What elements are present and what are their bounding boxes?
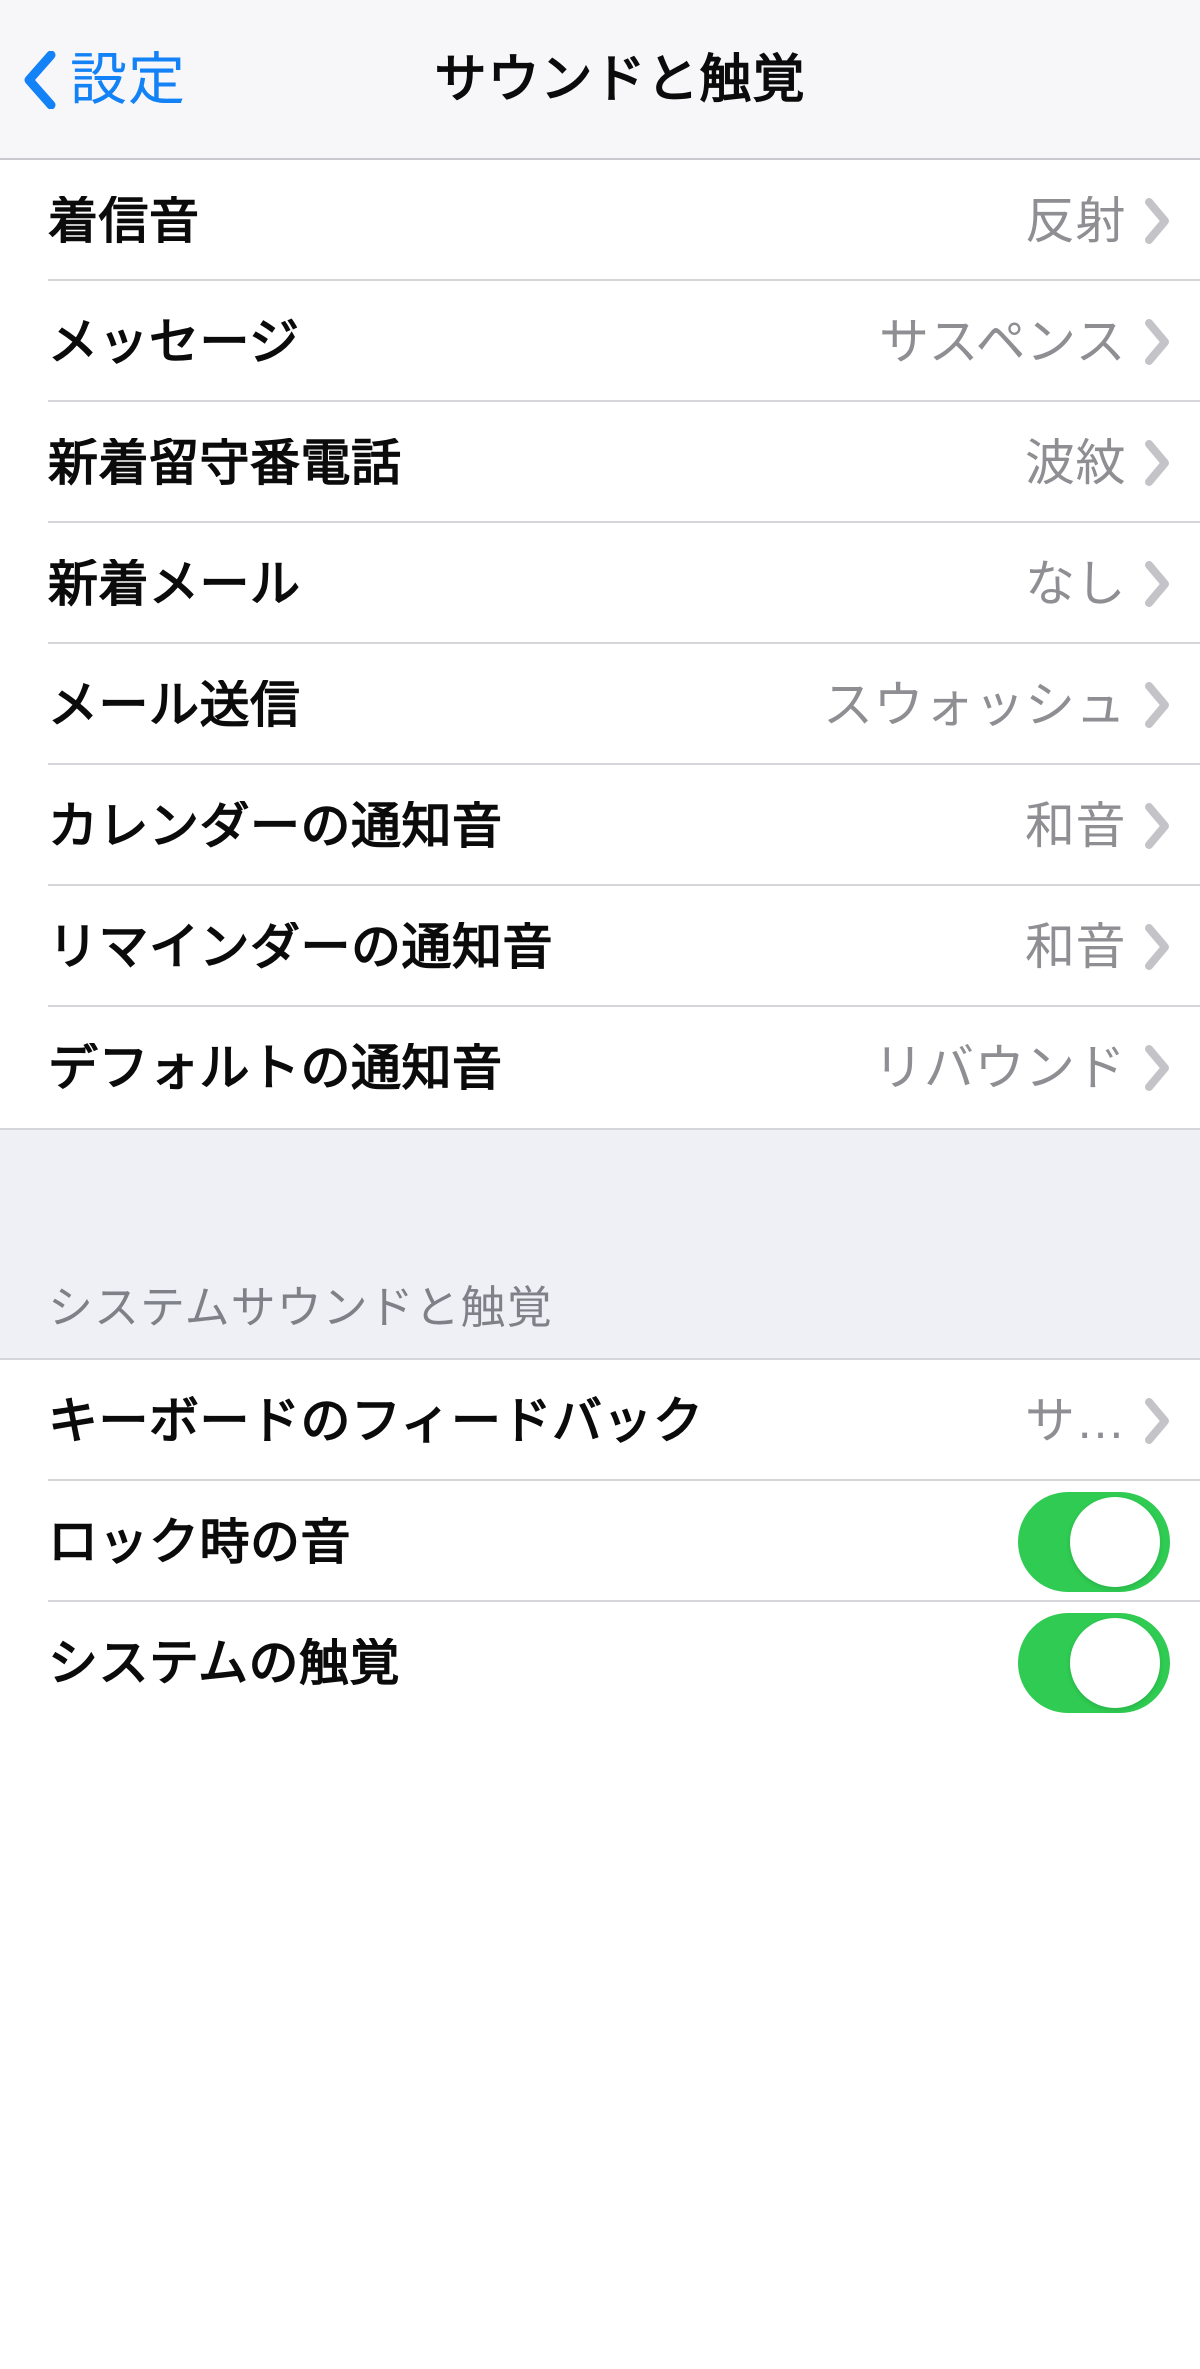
list-item-label: カレンダーの通知音 [48, 800, 503, 851]
settings-list: 着信音 反射メッセージ サスペンス新着留守番電話 波紋新着メール なしメール送信 スウォッ… [0, 160, 1200, 1723]
list-item-value: サ… [1025, 1395, 1126, 1446]
list-item-label: 着信音 [48, 195, 200, 246]
list-item-sent-mail[interactable]: メール送信 スウォッシュ [0, 644, 1200, 765]
list-item-accessory: リバウンド [874, 1043, 1171, 1093]
section-header-system-sounds-and-haptics: システムサウンドと触覚 [0, 1128, 1200, 1360]
list-item-value: サスペンス [879, 316, 1126, 367]
list-item-label: 新着メール [48, 558, 301, 609]
list-item-lock-sound[interactable]: ロック時の音 [0, 1481, 1200, 1602]
chevron-right-icon [1145, 318, 1169, 365]
list-item-accessory: 和音 [1025, 801, 1170, 851]
list-item-value: 和音 [1025, 800, 1126, 851]
list-item-label: キーボードのフィードバック [48, 1395, 704, 1446]
list-item-keyboard-feedback[interactable]: キーボードのフィードバック サ… [0, 1360, 1200, 1481]
list-item-label: メッセージ [48, 316, 300, 367]
section-header-label: システムサウンドと触覚 [48, 1282, 553, 1333]
list-item-accessory: 反射 [1025, 196, 1170, 246]
list-item-new-mail[interactable]: 新着メール なし [0, 523, 1200, 644]
back-button-label: 設定 [70, 47, 186, 112]
list-item-value: 和音 [1025, 921, 1126, 972]
toggle-knob [1070, 1617, 1160, 1708]
list-item-accessory: 和音 [1025, 922, 1170, 972]
chevron-right-icon [1145, 802, 1169, 849]
list-item-accessory: なし [1025, 559, 1170, 609]
list-item-value: スウォッシュ [823, 679, 1126, 730]
chevron-right-icon [1145, 1397, 1169, 1444]
chevron-right-icon [1145, 439, 1169, 486]
chevron-right-icon [1145, 197, 1169, 244]
list-item-value: 反射 [1025, 195, 1126, 246]
chevron-right-icon [1145, 923, 1169, 970]
list-item-ringtone[interactable]: 着信音 反射 [0, 160, 1200, 281]
list-item-default-alerts[interactable]: デフォルトの通知音 リバウンド [0, 1007, 1200, 1128]
list-item-accessory [1018, 1491, 1170, 1592]
list-item-system-haptics[interactable]: システムの触覚 [0, 1602, 1200, 1723]
navigation-bar: 設定 サウンドと触覚 [0, 0, 1200, 160]
list-item-accessory [1018, 1612, 1170, 1713]
list-item-text-tone[interactable]: メッセージ サスペンス [0, 281, 1200, 402]
chevron-right-icon [1145, 1044, 1169, 1091]
back-button[interactable]: 設定 [22, 0, 204, 160]
list-item-accessory: サ… [1025, 1396, 1170, 1446]
list-item-accessory: 波紋 [1025, 438, 1170, 488]
settings-sounds-and-haptics-screen: 設定 サウンドと触覚 着信音 反射メッセージ サスペンス新着留守番電話 波紋新着メール… [0, 0, 1200, 2369]
list-item-label: システムの触覚 [48, 1637, 400, 1688]
chevron-left-icon [24, 51, 56, 109]
list-item-label: リマインダーの通知音 [48, 921, 553, 972]
list-item-label: デフォルトの通知音 [48, 1042, 503, 1093]
chevron-right-icon [1145, 681, 1169, 728]
list-group-sounds-and-vibration-patterns: 着信音 反射メッセージ サスペンス新着留守番電話 波紋新着メール なしメール送信 スウォッ… [0, 160, 1200, 1128]
chevron-right-icon [1145, 560, 1169, 607]
list-item-label: メール送信 [48, 679, 301, 730]
list-item-new-voicemail[interactable]: 新着留守番電話 波紋 [0, 402, 1200, 523]
toggle-switch-lock-sound[interactable] [1018, 1491, 1170, 1592]
toggle-switch-system-haptics[interactable] [1018, 1612, 1170, 1713]
list-item-value: なし [1025, 558, 1126, 609]
list-item-value: リバウンド [873, 1042, 1126, 1093]
list-item-reminder-alerts[interactable]: リマインダーの通知音 和音 [0, 886, 1200, 1007]
list-item-calendar-alerts[interactable]: カレンダーの通知音 和音 [0, 765, 1200, 886]
list-group-system-sounds-and-haptics: キーボードのフィードバック サ… ロック時の音 システムの触覚 [0, 1360, 1200, 1723]
list-item-label: ロック時の音 [48, 1516, 351, 1567]
list-item-accessory: スウォッシュ [823, 680, 1170, 730]
list-item-accessory: サスペンス [879, 317, 1170, 367]
list-item-label: 新着留守番電話 [48, 437, 402, 488]
toggle-knob [1070, 1496, 1160, 1587]
list-item-value: 波紋 [1025, 437, 1126, 488]
